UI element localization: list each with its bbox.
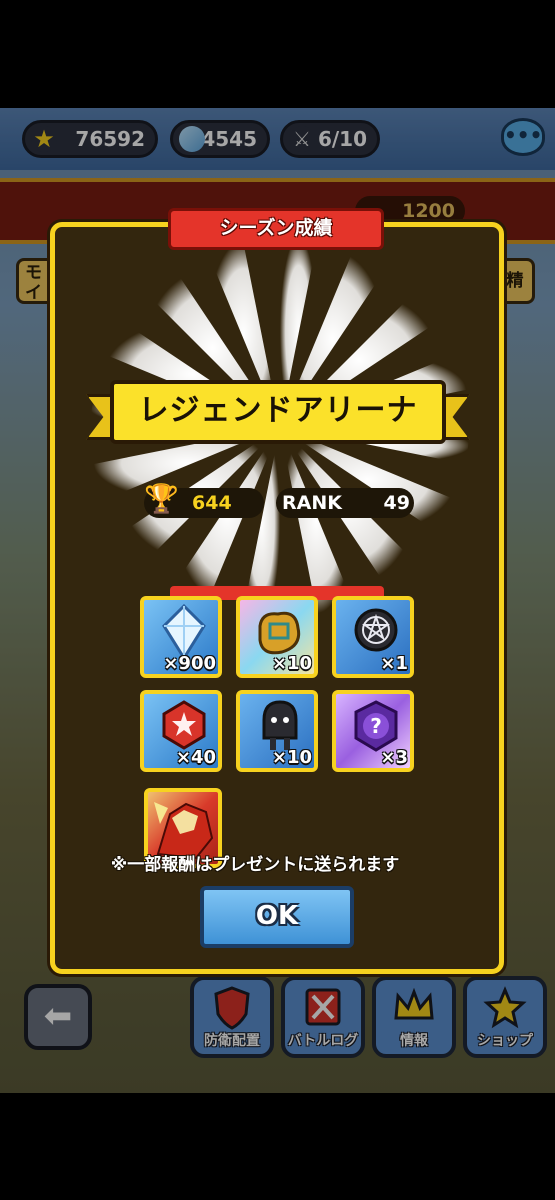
rank-value: 49 [383,492,410,514]
ok-button[interactable]: OK [200,886,354,948]
reward-quantity: ×40 [175,747,216,768]
trophy-stat: 🏆 644 [144,484,264,518]
red-gem-icon [162,700,206,750]
trophy-icon: 🏆 [144,482,179,515]
reward-item[interactable]: ? ×3 [332,690,414,772]
league-name: レジェンドアリーナ [110,380,446,444]
shadow-figure-icon [262,700,298,750]
gold-medal-icon [258,611,301,655]
trophy-count: 644 [192,492,232,514]
mystery-orb-icon: ? [354,700,398,752]
rank-label: RANK [282,492,342,514]
magic-seal-icon [354,608,398,652]
reward-item[interactable]: ×1 [332,596,414,678]
reward-item[interactable]: ×10 [236,596,318,678]
reward-item[interactable]: ×10 [236,690,318,772]
svg-text:?: ? [370,714,382,738]
reward-item[interactable]: ×40 [140,690,222,772]
reward-quantity: ×1 [380,653,408,674]
reward-quantity: ×10 [271,747,312,768]
game-screen: ★ 76592 44545 ⚔ 6/10 ••• 1200 モ イ 精 ⬅ 防衛… [0,108,555,1093]
reward-quantity: ×900 [163,653,216,674]
rank-stat: RANK 49 [276,488,414,518]
rewards-note: ※一部報酬はプレゼントに送られます [110,855,400,875]
league-banner: レジェンドアリーナ [86,376,470,454]
reward-item[interactable]: ×900 [140,596,222,678]
modal-title: シーズン成績 [168,208,384,250]
reward-quantity: ×10 [271,653,312,674]
crystal-icon [162,604,206,660]
reward-quantity: ×3 [380,747,408,768]
